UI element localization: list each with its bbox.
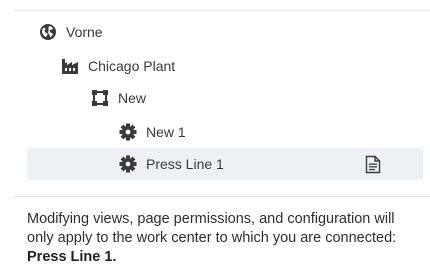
tree-item-press-line-1[interactable]: Press Line 1: [27, 148, 423, 180]
connection-info-text: Modifying views, page permissions, and c…: [27, 210, 423, 267]
work-center-tree-panel: Vorne Chicago Plant New New 1 Press Line…: [0, 0, 430, 278]
factory-icon: [60, 56, 80, 76]
section-divider: [14, 196, 430, 197]
globe-icon: [38, 22, 58, 42]
tree-item-label: Chicago Plant: [88, 58, 176, 74]
tree-item-label: Press Line 1: [146, 156, 224, 172]
gear-icon: [118, 122, 138, 142]
gear-icon: [118, 154, 138, 174]
tree-item-vorne[interactable]: Vorne: [38, 16, 418, 48]
info-message: Modifying views, page permissions, and c…: [27, 211, 397, 246]
connected-work-center: Press Line 1.: [27, 249, 117, 265]
tree-item-chicago-plant[interactable]: Chicago Plant: [60, 50, 418, 82]
tree-item-new-1[interactable]: New 1: [118, 116, 418, 148]
document-icon[interactable]: [363, 154, 383, 174]
top-divider: [14, 10, 430, 11]
tree-item-new[interactable]: New: [90, 82, 418, 114]
tree-item-label: New 1: [146, 124, 186, 140]
tree-item-label: Vorne: [66, 24, 103, 40]
area-group-icon: [90, 88, 110, 108]
tree-item-label: New: [118, 90, 147, 106]
